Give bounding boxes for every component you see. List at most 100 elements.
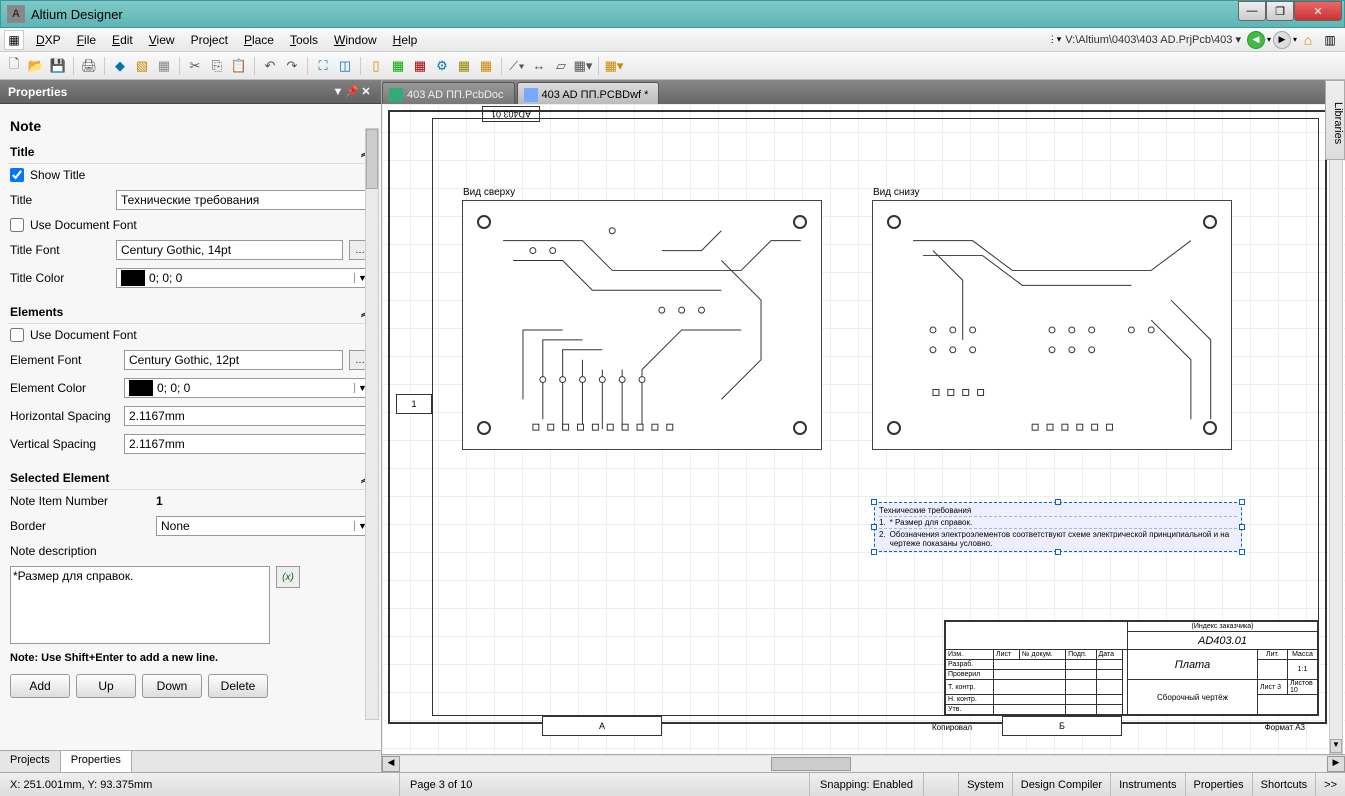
home-icon[interactable]: ⌂ xyxy=(1299,31,1317,49)
panel-scrollbar[interactable] xyxy=(365,128,379,720)
desc-label: Note description xyxy=(8,540,373,562)
item-num-label: Note Item Number xyxy=(10,494,150,508)
use-doc-font-checkbox[interactable] xyxy=(10,218,24,232)
ruler-1-left: 1 xyxy=(396,394,432,414)
show-title-checkbox[interactable] xyxy=(10,168,24,182)
elem-font-input[interactable] xyxy=(124,350,343,370)
cut-icon[interactable]: ✂ xyxy=(185,56,205,76)
menubar: ▦ DXP File Edit View Project Place Tools… xyxy=(0,28,1345,52)
status-properties[interactable]: Properties xyxy=(1185,773,1252,796)
paste-icon[interactable]: 📋 xyxy=(229,56,249,76)
notes-annotation[interactable]: Технические требования 1.* Размер для сп… xyxy=(874,502,1242,552)
close-button[interactable]: ✕ xyxy=(1294,1,1342,21)
move-icon[interactable]: ▦ xyxy=(388,56,408,76)
grid-icon[interactable]: ▦▾ xyxy=(573,56,593,76)
minimize-button[interactable]: — xyxy=(1238,1,1266,21)
use-doc-font2-label: Use Document Font xyxy=(30,328,137,342)
tab-properties[interactable]: Properties xyxy=(61,751,132,772)
panel-close-icon[interactable]: ✕ xyxy=(359,85,373,98)
menu-dxp[interactable]: DXP xyxy=(28,30,69,50)
libraries-tab[interactable]: Libraries xyxy=(1325,80,1345,160)
left-panel-tabs: Projects Properties xyxy=(0,750,381,772)
title-font-input[interactable] xyxy=(116,240,343,260)
tab-projects[interactable]: Projects xyxy=(0,751,61,772)
compile-icon[interactable]: ▦ xyxy=(154,56,174,76)
project-path[interactable]: V:\Altium\0403\403 AD.PrjPcb\403 ▾ xyxy=(1065,33,1245,46)
up-button[interactable]: Up xyxy=(76,674,136,698)
status-instruments[interactable]: Instruments xyxy=(1110,773,1184,796)
note-description-input[interactable]: *Размер для справок. xyxy=(10,566,270,644)
tab-pcbdwf[interactable]: 403 AD ПП.PCBDwf * xyxy=(517,82,660,104)
drawing-canvas[interactable]: 1 А Б AD403.01 Вид сверху xyxy=(382,104,1345,754)
select-icon[interactable]: ▯ xyxy=(366,56,386,76)
open-project-icon[interactable]: ▧ xyxy=(132,56,152,76)
app-icon: A xyxy=(7,5,25,23)
menu-view[interactable]: View xyxy=(141,30,183,50)
status-system[interactable]: System xyxy=(958,773,1012,796)
menu-tools[interactable]: Tools xyxy=(282,30,326,50)
group-elements[interactable]: Elements︽ xyxy=(8,300,373,324)
canvas-vscrollbar[interactable]: ▲ ▼ xyxy=(1329,104,1343,754)
kopiroval-label: Копировал xyxy=(932,723,972,732)
pcb-bottom-label: Вид снизу xyxy=(873,187,919,198)
new-file-icon[interactable]: 🗋 xyxy=(4,56,24,76)
title-label: Title xyxy=(10,193,110,207)
nav-forward-icon[interactable]: ▶ xyxy=(1273,31,1291,49)
menu-help[interactable]: Help xyxy=(385,30,426,50)
hspacing-input[interactable] xyxy=(124,406,371,426)
add-button[interactable]: Add xyxy=(10,674,70,698)
annotation-icon[interactable]: ▱ xyxy=(551,56,571,76)
maximize-button[interactable]: ❐ xyxy=(1266,1,1294,21)
cross-select-icon[interactable]: ▦ xyxy=(410,56,430,76)
menu-place[interactable]: Place xyxy=(236,30,282,50)
component-icon[interactable]: ⚙ xyxy=(432,56,452,76)
tab-pcbdoc[interactable]: 403 AD ПП.PcbDoc xyxy=(382,82,515,104)
app-title: Altium Designer xyxy=(31,7,1238,22)
dimension-icon[interactable]: ↔ xyxy=(529,56,549,76)
elem-font-label: Element Font xyxy=(10,353,118,367)
measure-icon[interactable]: ⟋▾ xyxy=(507,56,527,76)
elem-color-picker[interactable]: 0; 0; 0▼ xyxy=(124,378,371,398)
zoom-selected-icon[interactable]: ◫ xyxy=(335,56,355,76)
redo-icon[interactable]: ↷ xyxy=(282,56,302,76)
fx-button[interactable]: (x) xyxy=(276,566,300,588)
dropdown-icon[interactable]: ⋮▾ xyxy=(1048,34,1066,45)
canvas-area: 403 AD ПП.PcbDoc 403 AD ПП.PCBDwf * 1 А … xyxy=(382,80,1345,772)
title-input[interactable] xyxy=(116,190,371,210)
menu-file[interactable]: File xyxy=(69,30,104,50)
group-selected[interactable]: Selected Element︽ xyxy=(8,466,373,490)
canvas-hscrollbar[interactable]: ◀ ▶ xyxy=(382,754,1345,772)
save-icon[interactable]: 💾 xyxy=(48,56,68,76)
copy-icon[interactable]: ⎘ xyxy=(207,56,227,76)
status-shortcuts[interactable]: Shortcuts xyxy=(1252,773,1315,796)
dxp-icon[interactable]: ▦ xyxy=(4,30,24,50)
delete-button[interactable]: Delete xyxy=(208,674,268,698)
utilities-icon[interactable]: ▦▾ xyxy=(604,56,624,76)
panel-dropdown-icon[interactable]: ▼ xyxy=(331,86,345,98)
menu-window[interactable]: Window xyxy=(326,30,385,50)
workspace-icon[interactable]: ◆ xyxy=(110,56,130,76)
open-file-icon[interactable]: 📂 xyxy=(26,56,46,76)
zoom-fit-icon[interactable]: ⛶ xyxy=(313,56,333,76)
vspacing-input[interactable] xyxy=(124,434,371,454)
group-title[interactable]: Title︽ xyxy=(8,140,373,164)
output-icon[interactable]: ▦ xyxy=(476,56,496,76)
print-icon[interactable]: 🖨 xyxy=(79,56,99,76)
netlist-icon[interactable]: ▦ xyxy=(454,56,474,76)
favorites-icon[interactable]: ▥ xyxy=(1321,31,1339,49)
down-button[interactable]: Down xyxy=(142,674,202,698)
status-more[interactable]: >> xyxy=(1315,773,1345,796)
title-font-label: Title Font xyxy=(10,243,110,257)
menu-edit[interactable]: Edit xyxy=(104,30,141,50)
border-select[interactable]: None▼ xyxy=(156,516,371,536)
title-color-picker[interactable]: 0; 0; 0▼ xyxy=(116,268,371,288)
status-coords: X: 251.001mm, Y: 93.375mm xyxy=(0,773,400,796)
use-doc-font2-checkbox[interactable] xyxy=(10,328,24,342)
undo-icon[interactable]: ↶ xyxy=(260,56,280,76)
status-compiler[interactable]: Design Compiler xyxy=(1012,773,1110,796)
nav-back-icon[interactable]: ◀ xyxy=(1247,31,1265,49)
panel-pin-icon[interactable]: 📌 xyxy=(345,85,359,98)
menu-project[interactable]: Project xyxy=(183,30,236,50)
properties-panel: Properties ▼ 📌 ✕ Note Title︽ Show Title … xyxy=(0,80,382,772)
ruler-b-bottom: Б xyxy=(1002,716,1122,736)
